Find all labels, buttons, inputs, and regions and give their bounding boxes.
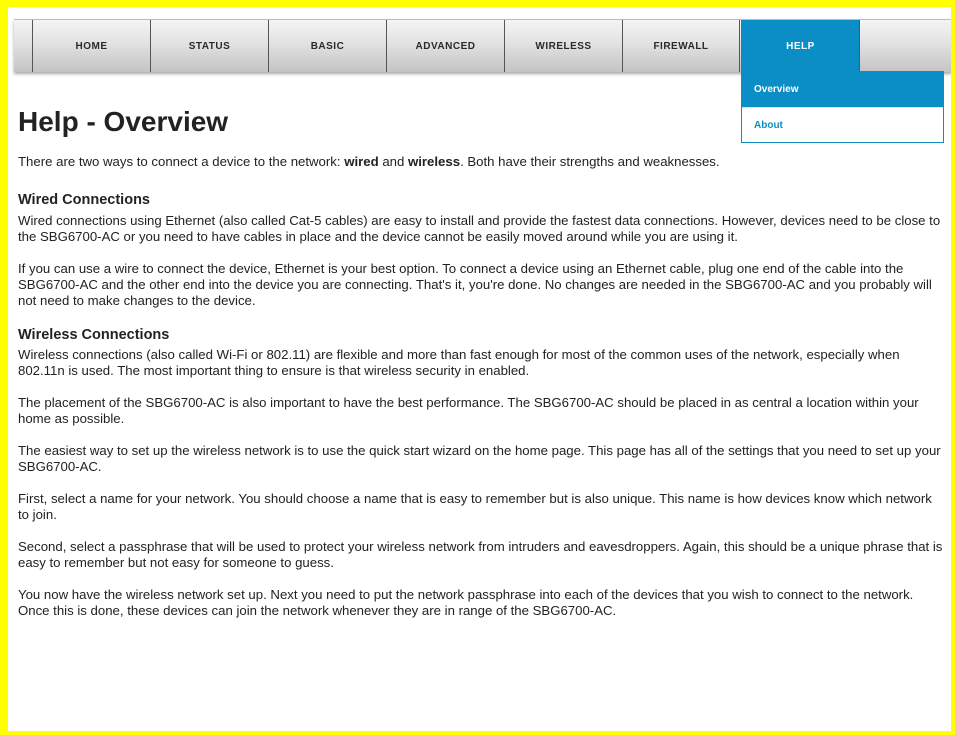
wireless-paragraph-1: Wireless connections (also called Wi-Fi …: [18, 347, 900, 378]
help-content: Help - Overview There are two ways to co…: [18, 101, 943, 619]
wireless-paragraph-4: First, select a name for your network. Y…: [18, 491, 932, 522]
nav-divider: [859, 20, 860, 72]
top-nav-bar: HOME STATUS BASIC ADVANCED WIRELESS FIRE…: [14, 19, 951, 72]
intro-text-start: There are two ways to connect a device t…: [18, 154, 345, 169]
wired-connections-heading: Wired Connections: [18, 192, 150, 208]
dropdown-item-overview[interactable]: Overview: [742, 72, 943, 107]
nav-tab-help[interactable]: HELP: [741, 20, 859, 72]
nav-tab-home[interactable]: HOME: [32, 20, 150, 72]
wireless-paragraph-5: Second, select a passphrase that will be…: [18, 539, 943, 570]
intro-text-and: and: [378, 154, 408, 169]
help-dropdown-menu: Overview About: [741, 71, 944, 143]
wired-paragraph-1: Wired connections using Ethernet (also c…: [18, 213, 941, 244]
wireless-connections-heading: Wireless Connections: [18, 327, 170, 343]
wired-paragraph-2: If you can use a wire to connect the dev…: [18, 261, 932, 308]
intro-text-end: . Both have their strengths and weakness…: [460, 154, 720, 169]
intro-wired-emphasis: wired: [344, 154, 379, 169]
intro-wireless-emphasis: wireless: [408, 154, 461, 169]
nav-tab-status[interactable]: STATUS: [150, 20, 268, 72]
nav-tab-firewall[interactable]: FIREWALL: [622, 20, 740, 72]
nav-tab-wireless[interactable]: WIRELESS: [504, 20, 622, 72]
wireless-paragraph-2: The placement of the SBG6700-AC is also …: [18, 395, 919, 426]
nav-tab-basic[interactable]: BASIC: [268, 20, 386, 72]
page: HOME STATUS BASIC ADVANCED WIRELESS FIRE…: [8, 7, 951, 731]
dropdown-item-about[interactable]: About: [742, 107, 943, 142]
wireless-paragraph-3: The easiest way to set up the wireless n…: [18, 443, 941, 474]
nav-tab-advanced[interactable]: ADVANCED: [386, 20, 504, 72]
intro-paragraph: There are two ways to connect a device t…: [18, 154, 943, 170]
wireless-paragraph-6: You now have the wireless network set up…: [18, 587, 914, 618]
